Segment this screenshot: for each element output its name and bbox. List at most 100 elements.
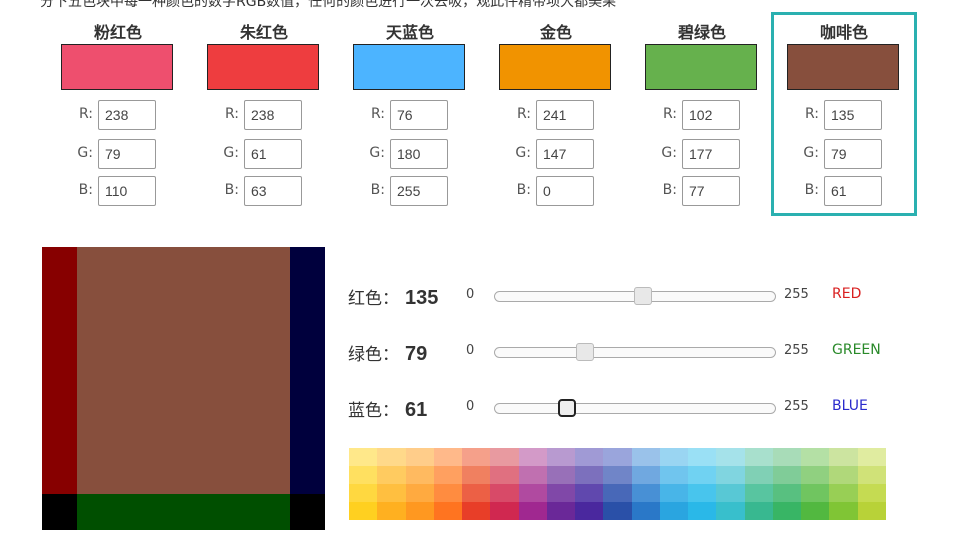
swatch-card-pink[interactable]: 粉红色 R: G: B: (45, 12, 191, 216)
palette-cell[interactable] (631, 466, 660, 484)
b-input[interactable] (390, 176, 448, 206)
swatch-card-coffee[interactable]: 咖啡色 R: G: B: (771, 12, 917, 216)
r-input[interactable] (682, 100, 740, 130)
palette-cell[interactable] (462, 484, 491, 502)
palette-cell[interactable] (801, 466, 830, 484)
r-input[interactable] (390, 100, 448, 130)
color-box[interactable] (645, 44, 757, 90)
slider-track-green[interactable] (494, 343, 776, 361)
palette-cell[interactable] (433, 466, 463, 484)
palette-cell[interactable] (659, 502, 689, 520)
palette-cell[interactable] (857, 484, 886, 502)
color-box[interactable] (499, 44, 611, 90)
palette-cell[interactable] (433, 484, 463, 502)
palette-cell[interactable] (829, 466, 858, 484)
g-input[interactable] (390, 139, 448, 169)
palette-cell[interactable] (716, 448, 745, 466)
palette-cell[interactable] (377, 466, 406, 484)
palette-cell[interactable] (744, 466, 773, 484)
palette-cell[interactable] (490, 466, 519, 484)
palette-cell[interactable] (659, 448, 689, 466)
swatch-card-skyblue[interactable]: 天蓝色 R: G: B: (337, 12, 483, 216)
palette-cell[interactable] (744, 502, 773, 520)
b-input[interactable] (682, 176, 740, 206)
palette-cell[interactable] (405, 484, 434, 502)
palette-cell[interactable] (688, 448, 717, 466)
palette-cell[interactable] (631, 484, 660, 502)
palette-cell[interactable] (631, 448, 660, 466)
palette-cell[interactable] (462, 448, 491, 466)
palette-cell[interactable] (744, 448, 773, 466)
r-input[interactable] (244, 100, 302, 130)
palette-cell[interactable] (688, 484, 717, 502)
slider-thumb-green[interactable] (576, 343, 594, 361)
palette-cell[interactable] (405, 448, 434, 466)
b-input[interactable] (98, 176, 156, 206)
palette-cell[interactable] (857, 466, 886, 484)
palette-cell[interactable] (575, 466, 604, 484)
palette-cell[interactable] (716, 502, 745, 520)
palette-cell[interactable] (716, 484, 745, 502)
g-input[interactable] (824, 139, 882, 169)
color-box[interactable] (207, 44, 319, 90)
palette-cell[interactable] (603, 484, 632, 502)
g-input[interactable] (244, 139, 302, 169)
palette-cell[interactable] (772, 484, 802, 502)
palette-cell[interactable] (518, 466, 547, 484)
palette-cell[interactable] (518, 502, 547, 520)
palette-cell[interactable] (433, 448, 463, 466)
palette-cell[interactable] (433, 502, 463, 520)
palette-cell[interactable] (829, 448, 858, 466)
palette-cell[interactable] (377, 484, 406, 502)
swatch-card-vermilion[interactable]: 朱红色 R: G: B: (191, 12, 337, 216)
palette-cell[interactable] (349, 484, 378, 502)
palette-cell[interactable] (829, 502, 858, 520)
b-input[interactable] (536, 176, 594, 206)
palette-cell[interactable] (772, 502, 802, 520)
slider-thumb-blue[interactable] (558, 399, 576, 417)
palette-cell[interactable] (688, 502, 717, 520)
palette-cell[interactable] (575, 502, 604, 520)
b-input[interactable] (244, 176, 302, 206)
r-input[interactable] (98, 100, 156, 130)
palette-cell[interactable] (349, 466, 378, 484)
palette-cell[interactable] (688, 466, 717, 484)
g-input[interactable] (98, 139, 156, 169)
palette-cell[interactable] (659, 466, 689, 484)
palette-cell[interactable] (490, 502, 519, 520)
palette-cell[interactable] (518, 448, 547, 466)
palette-cell[interactable] (490, 448, 519, 466)
palette-cell[interactable] (659, 484, 689, 502)
g-input[interactable] (536, 139, 594, 169)
palette-cell[interactable] (349, 448, 378, 466)
palette-cell[interactable] (349, 502, 378, 520)
palette-cell[interactable] (546, 502, 576, 520)
palette-cell[interactable] (377, 502, 406, 520)
palette-cell[interactable] (829, 484, 858, 502)
slider-thumb-red[interactable] (634, 287, 652, 305)
palette-cell[interactable] (405, 502, 434, 520)
palette-cell[interactable] (377, 448, 406, 466)
palette-cell[interactable] (462, 502, 491, 520)
slider-track-red[interactable] (494, 287, 776, 305)
palette-cell[interactable] (716, 466, 745, 484)
palette-cell[interactable] (744, 484, 773, 502)
palette-cell[interactable] (772, 466, 802, 484)
swatch-card-jadegreen[interactable]: 碧绿色 R: G: B: (629, 12, 775, 216)
palette-cell[interactable] (801, 448, 830, 466)
swatch-card-gold[interactable]: 金色 R: G: B: (483, 12, 629, 216)
palette-cell[interactable] (405, 466, 434, 484)
palette-cell[interactable] (462, 466, 491, 484)
palette-cell[interactable] (801, 502, 830, 520)
palette-cell[interactable] (546, 484, 576, 502)
palette-cell[interactable] (546, 448, 576, 466)
palette-cell[interactable] (575, 448, 604, 466)
b-input[interactable] (824, 176, 882, 206)
palette-cell[interactable] (490, 484, 519, 502)
color-box[interactable] (353, 44, 465, 90)
palette-cell[interactable] (603, 466, 632, 484)
color-box[interactable] (61, 44, 173, 90)
palette-cell[interactable] (857, 502, 886, 520)
slider-track-blue[interactable] (494, 399, 776, 417)
palette-cell[interactable] (603, 448, 632, 466)
